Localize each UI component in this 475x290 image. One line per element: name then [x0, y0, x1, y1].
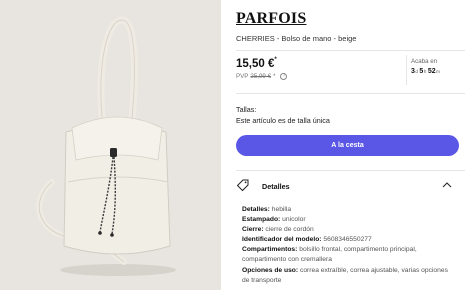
detail-key: Cierre:	[242, 226, 264, 234]
detail-row: Compartimentos: bolsillo frontal, compar…	[242, 245, 454, 265]
pvp-note: *	[273, 73, 276, 80]
product-image[interactable]	[0, 0, 221, 290]
product-subtitle: CHERRIES - Bolso de mano - beige	[236, 34, 357, 43]
detail-value: 5608346550277	[323, 236, 372, 244]
brand-link[interactable]: PARFOIS	[236, 10, 306, 28]
detail-key: Detalles:	[242, 206, 270, 213]
pvp-old-price: 25,99 €	[250, 73, 272, 80]
detail-key: Identificador del modelo:	[242, 236, 322, 244]
divider	[236, 50, 465, 51]
details-list: Detalles: hebilla Estampado: unicolor Ci…	[242, 205, 454, 286]
detail-key: Opciones de uso:	[242, 266, 299, 274]
detail-key: Estampado:	[242, 216, 281, 224]
details-accordion-header[interactable]: Detalles	[236, 178, 459, 194]
divider	[236, 170, 465, 171]
countdown-hours: 5	[419, 68, 424, 75]
detail-row: Estampado: unicolor	[242, 215, 454, 225]
detail-row: Cierre: cierre de cordón	[242, 225, 454, 235]
product-info-panel: PARFOIS CHERRIES - Bolso de mano - beige…	[236, 0, 465, 290]
detail-row: Opciones de uso: correa extraíble, corre…	[242, 266, 454, 286]
pvp-label: PVP	[236, 73, 249, 80]
size-label: Tallas:	[236, 105, 257, 114]
info-icon[interactable]: ?	[280, 73, 288, 80]
countdown-timer: 3d 5h 52m	[411, 68, 441, 75]
countdown-hours-unit: h	[423, 69, 427, 74]
tag-icon	[236, 179, 249, 192]
detail-row: Identificador del modelo: 5608346550277	[242, 235, 454, 245]
current-price: 15,50 €*	[236, 57, 277, 70]
divider	[236, 93, 465, 94]
countdown-minutes: 52	[427, 68, 436, 75]
price-value: 15,50 €	[236, 58, 275, 70]
detail-key: Compartimentos:	[242, 246, 298, 254]
detail-row: Detalles: hebilla	[242, 205, 454, 215]
add-to-cart-button[interactable]: A la cesta	[236, 135, 459, 156]
countdown-label: Acaba en	[411, 58, 438, 65]
detail-value: unicolor	[282, 216, 306, 224]
price-note: *	[274, 57, 277, 63]
original-price-row: PVP 25,99 € * ?	[236, 73, 288, 80]
countdown-minutes-unit: m	[436, 69, 440, 74]
chevron-up-icon[interactable]	[442, 181, 452, 189]
details-title: Detalles	[262, 182, 290, 191]
detail-value: hebilla	[271, 206, 292, 213]
detail-value: cierre de cordón	[265, 226, 314, 234]
handbag-image	[0, 0, 221, 290]
divider	[406, 55, 407, 85]
countdown-days-unit: d	[415, 69, 418, 74]
size-value: Este artículo es de talla única	[236, 116, 330, 125]
